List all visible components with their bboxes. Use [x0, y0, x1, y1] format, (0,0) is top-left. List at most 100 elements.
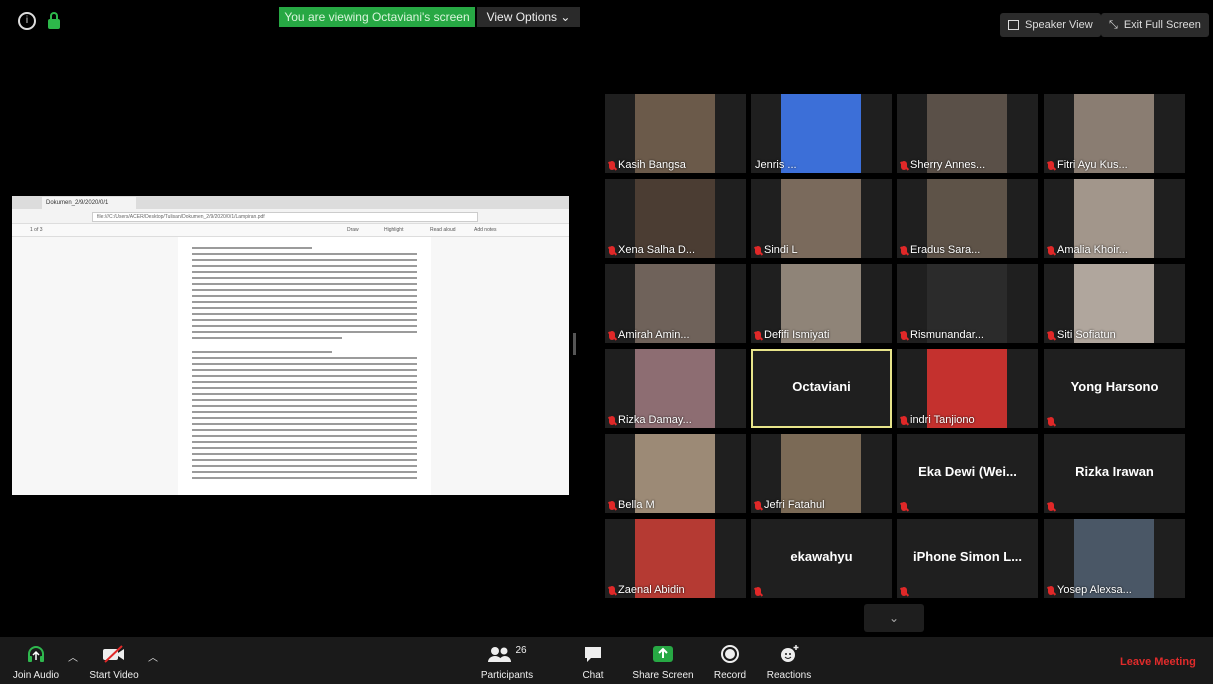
participant-name-label: Fitri Ayu Kus...: [1048, 159, 1128, 171]
split-divider-handle[interactable]: [573, 333, 576, 355]
pdf-text-line: [192, 363, 417, 365]
muted-mic-icon: [901, 245, 907, 255]
participant-tile[interactable]: Eka Dewi (Wei...: [897, 434, 1038, 513]
pdf-text-line: [192, 441, 417, 443]
muted-mic-icon: [609, 415, 615, 425]
participant-name-label: Jenris ...: [755, 159, 797, 171]
pdf-text-line: [192, 423, 417, 425]
view-options-button[interactable]: View Options ⌄: [477, 7, 580, 27]
participant-tile[interactable]: Jefri Fatahul: [751, 434, 892, 513]
participant-name-label: Sindi L: [755, 244, 798, 256]
address-bar[interactable]: file:///C:/Users/ACER/Desktop/Tulisan/Do…: [92, 212, 478, 222]
participant-tile[interactable]: Bella M: [605, 434, 746, 513]
participant-tile[interactable]: Xena Salha D...: [605, 179, 746, 258]
start-video-label: Start Video: [89, 670, 139, 681]
participant-mute-status: [901, 502, 907, 511]
participant-tile[interactable]: Yosep Alexsa...: [1044, 519, 1185, 598]
participants-count: 26: [515, 644, 527, 656]
participant-name-label: Eradus Sara...: [901, 244, 980, 256]
participant-tile[interactable]: Yong Harsono: [1044, 349, 1185, 428]
participant-name-label: Siti Sofiatun: [1048, 329, 1116, 341]
participant-name: Eradus Sara...: [910, 244, 981, 256]
participants-icon: 26: [474, 643, 540, 665]
pdf-text-line: [192, 447, 417, 449]
participant-name: Jenris ...: [755, 159, 797, 171]
join-audio-button[interactable]: Join Audio: [8, 643, 64, 681]
join-audio-label: Join Audio: [12, 670, 60, 681]
participant-tile[interactable]: Rismunandar...: [897, 264, 1038, 343]
participant-tile[interactable]: iPhone Simon L...: [897, 519, 1038, 598]
pdf-draw-tool[interactable]: Draw: [347, 225, 359, 235]
participant-name-label: Xena Salha D...: [609, 244, 695, 256]
participant-name-label: Yosep Alexsa...: [1048, 584, 1132, 596]
pdf-page-number[interactable]: 1 of 3: [30, 225, 43, 235]
participant-name-label: Zaenal Abidin: [609, 584, 685, 596]
participant-tile[interactable]: indri Tanjiono: [897, 349, 1038, 428]
participant-tile[interactable]: Sindi L: [751, 179, 892, 258]
participant-tile[interactable]: Defifi Ismiyati: [751, 264, 892, 343]
participant-tile[interactable]: Jenris ...: [751, 94, 892, 173]
muted-mic-icon: [1048, 585, 1054, 595]
participant-name: Rizka Damay...: [618, 414, 692, 426]
pdf-text-line: [192, 369, 417, 371]
pdf-text-line: [192, 307, 417, 309]
participant-tile[interactable]: Sherry Annes...: [897, 94, 1038, 173]
participant-tile[interactable]: Amalia Khoir...: [1044, 179, 1185, 258]
exit-full-screen-button[interactable]: ⤡ Exit Full Screen: [1101, 13, 1209, 37]
participant-name-label: Defifi Ismiyati: [755, 329, 829, 341]
participant-name: Octaviani: [792, 379, 851, 394]
pdf-text-line: [192, 405, 417, 407]
scroll-down-button[interactable]: ⌄: [864, 604, 924, 632]
participant-name-label: Kasih Bangsa: [609, 159, 686, 171]
muted-mic-icon: [901, 415, 907, 425]
video-options-caret-icon[interactable]: ︿: [148, 649, 158, 664]
video-off-icon: [84, 643, 144, 665]
participant-tile[interactable]: Fitri Ayu Kus...: [1044, 94, 1185, 173]
reactions-label: Reactions: [766, 670, 812, 681]
pdf-text-line: [192, 259, 417, 261]
share-screen-button[interactable]: Share Screen: [630, 643, 696, 681]
browser-tab[interactable]: Dokumen_2/9/2020/0/1: [42, 197, 136, 209]
participant-tile[interactable]: Rizka Damay...: [605, 349, 746, 428]
participant-tile[interactable]: Amirah Amin...: [605, 264, 746, 343]
start-video-button[interactable]: Start Video: [84, 643, 144, 681]
participant-tile[interactable]: Eradus Sara...: [897, 179, 1038, 258]
pdf-highlight-tool[interactable]: Highlight: [384, 225, 403, 235]
pdf-add-notes-tool[interactable]: Add notes: [474, 225, 497, 235]
pdf-text-line: [192, 381, 417, 383]
participant-tile[interactable]: Rizka Irawan: [1044, 434, 1185, 513]
participants-button[interactable]: 26 Participants: [474, 643, 540, 682]
pdf-text-line: [192, 289, 417, 291]
share-screen-icon: [630, 643, 696, 665]
browser-tab-bar: Dokumen_2/9/2020/0/1: [12, 196, 569, 209]
participant-name: Eka Dewi (Wei...: [918, 464, 1017, 479]
participant-name: iPhone Simon L...: [912, 549, 1023, 564]
speaker-view-button[interactable]: Speaker View: [1000, 13, 1101, 37]
lock-icon[interactable]: [48, 12, 60, 29]
participant-tile[interactable]: Zaenal Abidin: [605, 519, 746, 598]
pdf-text-line: [192, 295, 417, 297]
leave-meeting-button[interactable]: Leave Meeting: [1120, 656, 1196, 668]
participant-tile[interactable]: Octaviani: [751, 349, 892, 428]
audio-options-caret-icon[interactable]: ︿: [68, 649, 78, 664]
participant-tile[interactable]: Siti Sofiatun: [1044, 264, 1185, 343]
reactions-button[interactable]: Reactions: [764, 643, 814, 681]
pdf-viewer[interactable]: [12, 237, 569, 495]
pdf-page: [178, 237, 431, 495]
speaker-view-label: Speaker View: [1025, 19, 1093, 31]
chat-button[interactable]: Chat: [574, 643, 612, 681]
participant-tile[interactable]: Kasih Bangsa: [605, 94, 746, 173]
pdf-read-aloud-tool[interactable]: Read aloud: [430, 225, 456, 235]
meeting-info-icons: i: [18, 12, 60, 30]
pdf-text-line: [192, 247, 312, 249]
pdf-text-line: [192, 429, 417, 431]
muted-mic-icon: [1048, 245, 1054, 255]
muted-mic-icon: [755, 330, 761, 340]
info-icon[interactable]: i: [18, 12, 36, 30]
participant-name: Siti Sofiatun: [1057, 329, 1116, 341]
participant-tile[interactable]: ekawahyu: [751, 519, 892, 598]
participant-name: Amirah Amin...: [618, 329, 690, 341]
exit-full-screen-label: Exit Full Screen: [1123, 19, 1201, 31]
pdf-text-line: [192, 435, 417, 437]
record-button[interactable]: Record: [710, 643, 750, 681]
